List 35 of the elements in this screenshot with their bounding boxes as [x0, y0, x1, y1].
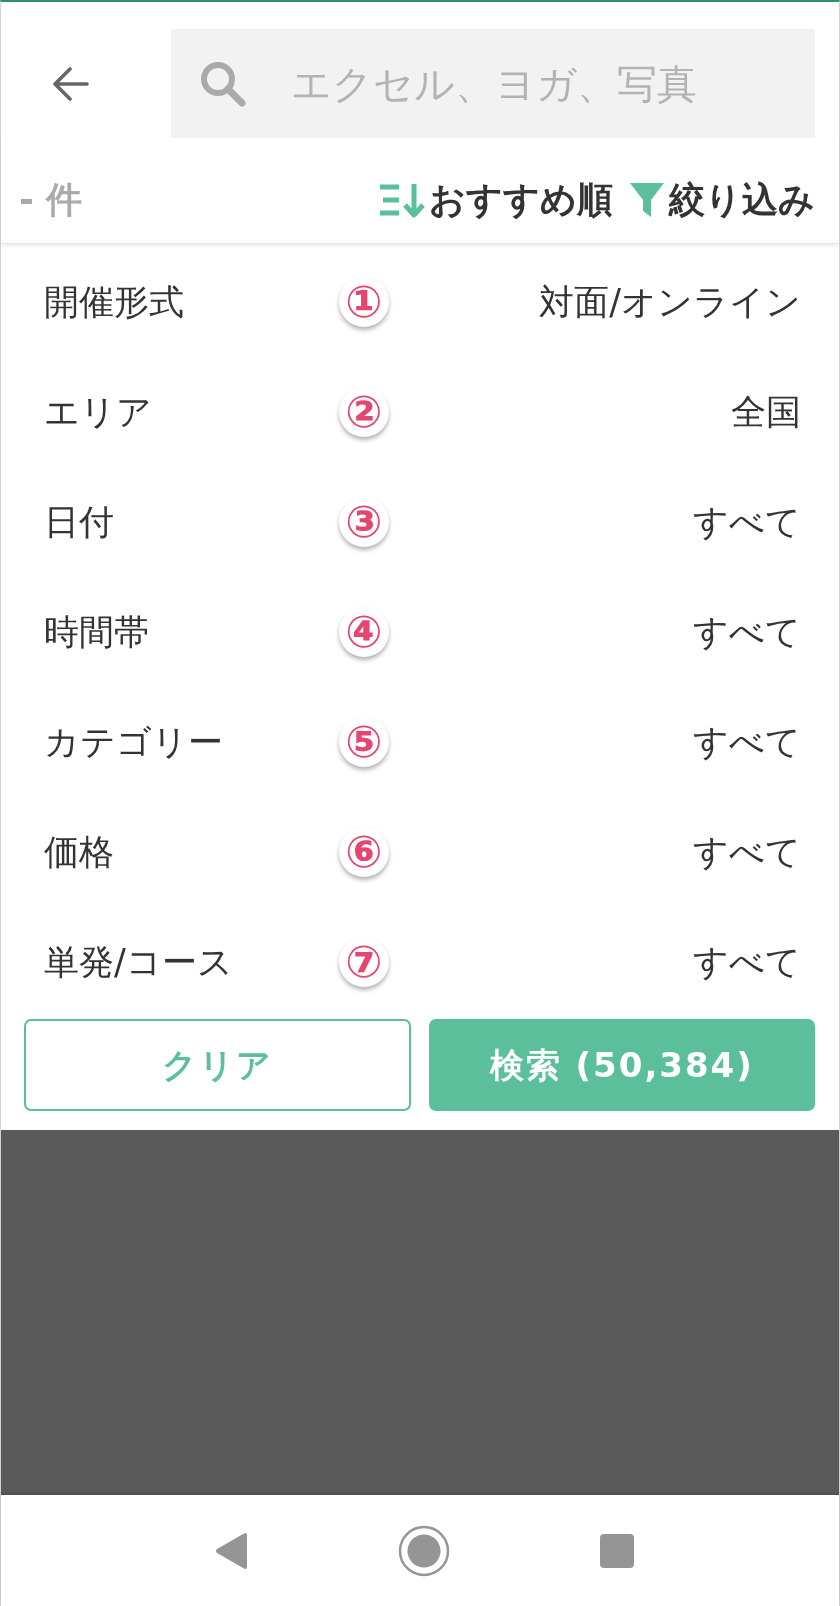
number-marker: ③: [339, 497, 389, 547]
filter-value[interactable]: すべて: [389, 935, 801, 989]
number-marker: ②: [339, 387, 389, 437]
filter-value[interactable]: すべて: [389, 715, 801, 769]
filter-label: エリア: [44, 390, 153, 434]
sort-button[interactable]: おすすめ順: [379, 172, 613, 227]
square-recents-icon: [599, 1533, 634, 1568]
nav-home-button[interactable]: [397, 1524, 450, 1577]
triangle-back-icon: [214, 1530, 248, 1571]
nav-recents-button[interactable]: [599, 1533, 634, 1568]
arrow-left-icon: [53, 66, 89, 101]
filter-value[interactable]: すべて: [389, 605, 801, 659]
number-marker: ④: [339, 607, 389, 657]
result-count: - 件: [19, 177, 83, 222]
filter-label: 日付: [44, 500, 115, 544]
filter-label: 単発/コース: [44, 940, 234, 984]
filter-button[interactable]: 絞り込み: [629, 172, 815, 227]
nav-back-button[interactable]: [214, 1530, 248, 1571]
home-circle-icon: [397, 1524, 450, 1577]
filter-value[interactable]: すべて: [389, 825, 801, 879]
filter-label: カテゴリー: [44, 720, 224, 764]
filter-value[interactable]: 対面/オンライン: [389, 275, 801, 329]
number-marker: ⑦: [339, 937, 389, 987]
filter-label: 時間帯: [44, 610, 150, 654]
filter-label: 価格: [44, 830, 115, 874]
filter-value[interactable]: 全国: [389, 385, 801, 439]
filter-value[interactable]: すべて: [389, 495, 801, 549]
sort-icon: [379, 181, 425, 218]
funnel-icon: [629, 180, 665, 219]
search-icon: [199, 60, 247, 108]
filter-label: 開催形式: [44, 280, 185, 324]
number-marker: ①: [339, 277, 389, 327]
search-field[interactable]: エクセル、ヨガ、写真: [171, 29, 815, 138]
number-marker: ⑥: [339, 827, 389, 877]
number-marker: ⑤: [339, 717, 389, 767]
